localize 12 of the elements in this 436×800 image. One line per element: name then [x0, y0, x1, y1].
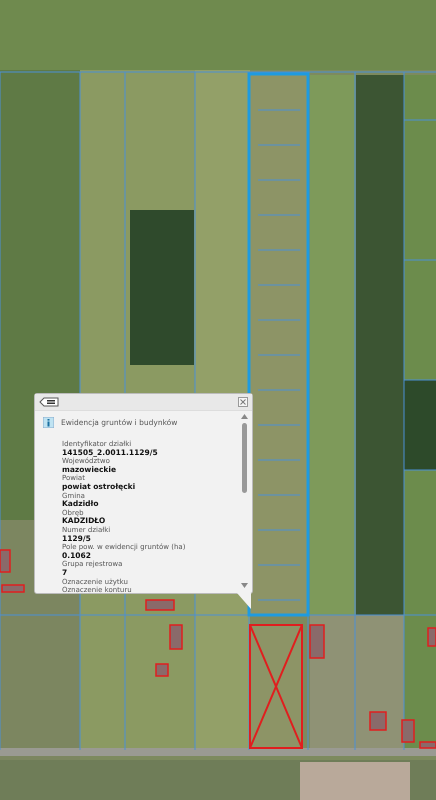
building-outline — [369, 711, 387, 731]
building-outline — [401, 719, 415, 743]
building-outline — [169, 624, 183, 650]
building-outline — [0, 549, 11, 573]
info-icon — [43, 417, 54, 428]
list-button-icon[interactable] — [39, 397, 59, 407]
building-outline — [1, 584, 25, 593]
building-outline — [427, 627, 436, 647]
building-outline — [145, 599, 175, 611]
building-outline — [155, 663, 169, 677]
building-outline — [309, 624, 325, 659]
close-icon[interactable] — [238, 397, 248, 407]
